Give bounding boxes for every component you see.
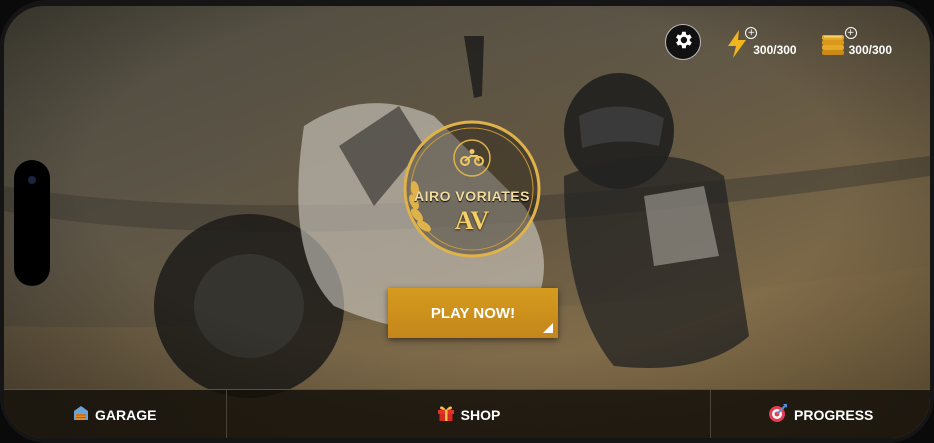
top-status-bar: + 300/300 + 300/300 [665,24,892,60]
front-camera [28,176,36,184]
motorcycle-icon [460,148,484,170]
device-frame: + 300/300 + 300/300 AIRO VORIATES AV PLA… [0,0,934,443]
energy-counter[interactable]: + 300/300 [723,25,797,59]
game-logo: AIRO VORIATES AV [397,114,547,264]
gear-icon [672,29,694,55]
corner-triangle-icon [543,323,553,333]
logo-title: AIRO VORIATES [414,188,530,204]
energy-value: 300/300 [753,43,797,57]
logo-monogram: AV [454,206,490,235]
bottom-navigation: GARAGE SHOP PROGRESS [4,389,930,438]
settings-button[interactable] [665,24,702,60]
camera-notch [14,160,50,286]
coin-stack-icon [819,29,847,59]
gift-icon [437,404,455,425]
game-screen: + 300/300 + 300/300 AIRO VORIATES AV PLA… [4,6,930,438]
coin-counter[interactable]: + 300/300 [819,25,892,59]
nav-garage-label: GARAGE [95,406,157,423]
target-icon [768,403,788,426]
play-now-label: PLAY NOW! [430,304,516,322]
coin-value: 300/300 [848,43,892,57]
nav-garage[interactable]: GARAGE [4,390,227,438]
energy-add-icon[interactable]: + [745,27,758,39]
coin-add-icon[interactable]: + [844,27,857,39]
nav-progress-label: PROGRESS [794,406,874,423]
garage-icon [73,405,89,424]
nav-shop-label: SHOP [460,406,501,423]
nav-progress[interactable]: PROGRESS [711,390,930,438]
play-now-button[interactable]: PLAY NOW! [388,288,558,338]
nav-shop[interactable]: SHOP [227,390,712,438]
